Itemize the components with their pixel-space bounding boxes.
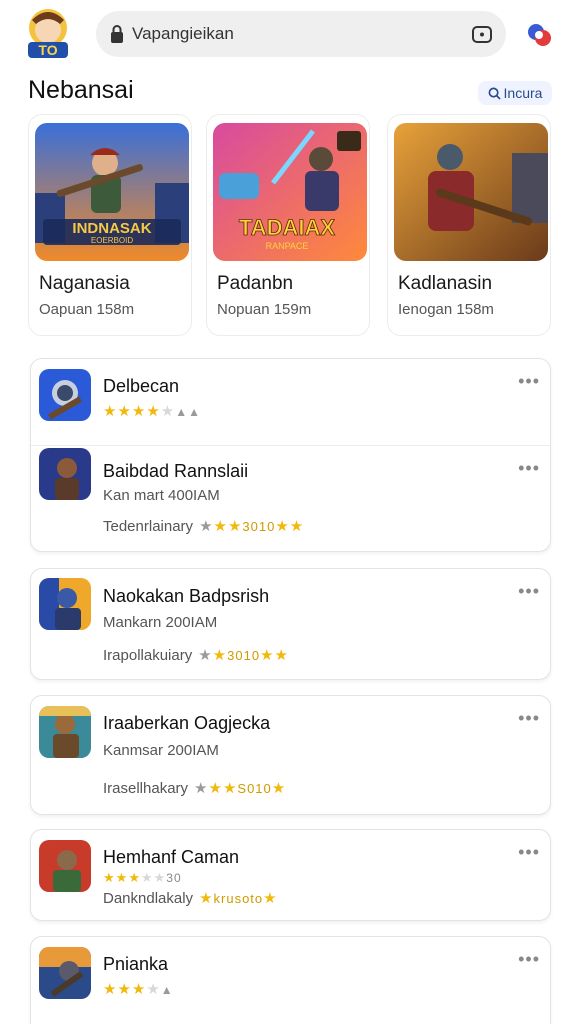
- more-dots-icon[interactable]: •••: [518, 708, 540, 729]
- app-list-panel[interactable]: Iraaberkan Oagjecka Kanmsar 200IAM Irase…: [30, 695, 551, 815]
- star-rating: ★★★★★▲▲: [103, 403, 202, 420]
- star-rating: ★★★S010★: [194, 780, 287, 797]
- star-rating: ★★★★▲: [103, 981, 174, 998]
- app-subtitle: Kan mart 400IAM: [103, 487, 220, 504]
- lock-icon: [111, 25, 123, 43]
- app-title: Hemhanf Caman: [103, 847, 240, 867]
- more-dots-icon[interactable]: •••: [518, 458, 540, 479]
- camera-icon[interactable]: [470, 22, 494, 46]
- app-icon: [39, 840, 91, 892]
- card-title: Naganasia: [39, 273, 130, 294]
- card-meta: Oapuan 158m: [39, 301, 135, 318]
- artwork-title: INDNASAK: [72, 220, 151, 237]
- card-title: Padanbn: [217, 273, 294, 294]
- section-title: Nebansai: [28, 76, 134, 104]
- featured-card[interactable]: Kadlanasin Ienogan 158m: [387, 114, 551, 336]
- list-item[interactable]: Delbecan ★★★★★▲▲ •••: [31, 359, 550, 445]
- featured-card[interactable]: TADAIAX RANPACE Padanbn Nopuan 159m: [206, 114, 370, 336]
- star-rating: ★★3010★★: [198, 647, 289, 664]
- rating-line: Tedenrlainary ★★★3010★★: [103, 517, 305, 536]
- artwork-title: TADAIAX: [239, 215, 335, 240]
- app-icon: [39, 947, 91, 999]
- game-artwork: INDNASAK EOERBOID: [35, 123, 189, 261]
- game-artwork: [394, 123, 548, 261]
- app-title: Baibdad Rannslaii: [103, 461, 249, 481]
- game-artwork: TADAIAX RANPACE: [213, 123, 367, 261]
- top-bar: TO Vapangieikan: [0, 0, 576, 72]
- app-subtitle: Mankarn 200IAM: [103, 614, 218, 631]
- app-icon: [39, 706, 91, 758]
- star-rating: ★★★3010★★: [199, 518, 305, 535]
- inquire-button[interactable]: Incura: [478, 81, 552, 105]
- more-dots-icon[interactable]: •••: [518, 842, 540, 863]
- star-rating: ★krusoto★: [199, 890, 278, 907]
- more-dots-icon[interactable]: •••: [518, 581, 540, 602]
- artwork-subtitle: RANPACE: [266, 241, 309, 251]
- search-icon: [488, 87, 501, 100]
- card-title: Kadlanasin: [398, 273, 493, 294]
- inquire-label: Incura: [503, 85, 543, 101]
- app-list-panel: Delbecan ★★★★★▲▲ ••• Baibdad Rannslaii K…: [30, 358, 551, 552]
- app-list-panel[interactable]: Naokakan Badpsrish Mankarn 200IAM Irapol…: [30, 568, 551, 680]
- star-rating: ★★★★★30: [103, 870, 182, 885]
- app-icon: [39, 369, 91, 421]
- rating-number: 30: [166, 871, 182, 885]
- app-list-panel[interactable]: Hemhanf Caman ★★★★★30 Dankndlakaly ★krus…: [30, 829, 551, 921]
- address-search-bar[interactable]: Vapangieikan: [96, 11, 506, 57]
- logo-text: TO: [38, 42, 57, 58]
- app-title: Delbecan: [103, 376, 180, 396]
- rating-line: Dankndlakaly ★krusoto★: [103, 889, 278, 908]
- app-title: Pnianka: [103, 954, 169, 974]
- app-icon: [39, 578, 91, 630]
- rating-label: Irapollakuiary: [103, 646, 193, 664]
- app-subtitle: Kanmsar 200IAM: [103, 742, 219, 759]
- app-title: Iraaberkan Oagjecka: [103, 713, 271, 733]
- search-input[interactable]: Vapangieikan: [132, 24, 234, 44]
- rating-line: Irasellhakary ★★★S010★: [103, 779, 287, 798]
- app-title: Naokakan Badpsrish: [103, 586, 270, 606]
- rating-label: Irasellhakary: [103, 779, 189, 797]
- featured-card[interactable]: INDNASAK EOERBOID Naganasia Oapuan 158m: [28, 114, 192, 336]
- more-dots-icon[interactable]: •••: [518, 371, 540, 392]
- list-item[interactable]: Baibdad Rannslaii Kan mart 400IAM Tedenr…: [31, 446, 550, 553]
- app-icon: [39, 448, 91, 500]
- rating-label: Dankndlakaly: [103, 889, 194, 907]
- rating-line: Irapollakuiary ★★3010★★: [103, 646, 289, 665]
- card-meta: Nopuan 159m: [217, 301, 312, 318]
- card-meta: Ienogan 158m: [398, 301, 494, 318]
- app-logo[interactable]: TO: [22, 6, 74, 60]
- rating-label: Tedenrlainary: [103, 517, 194, 535]
- more-dots-icon[interactable]: •••: [518, 949, 540, 970]
- artwork-subtitle: EOERBOID: [91, 236, 133, 245]
- app-list-panel[interactable]: Pnianka ★★★★▲ •••: [30, 936, 551, 1024]
- profile-app-icon[interactable]: [524, 20, 554, 50]
